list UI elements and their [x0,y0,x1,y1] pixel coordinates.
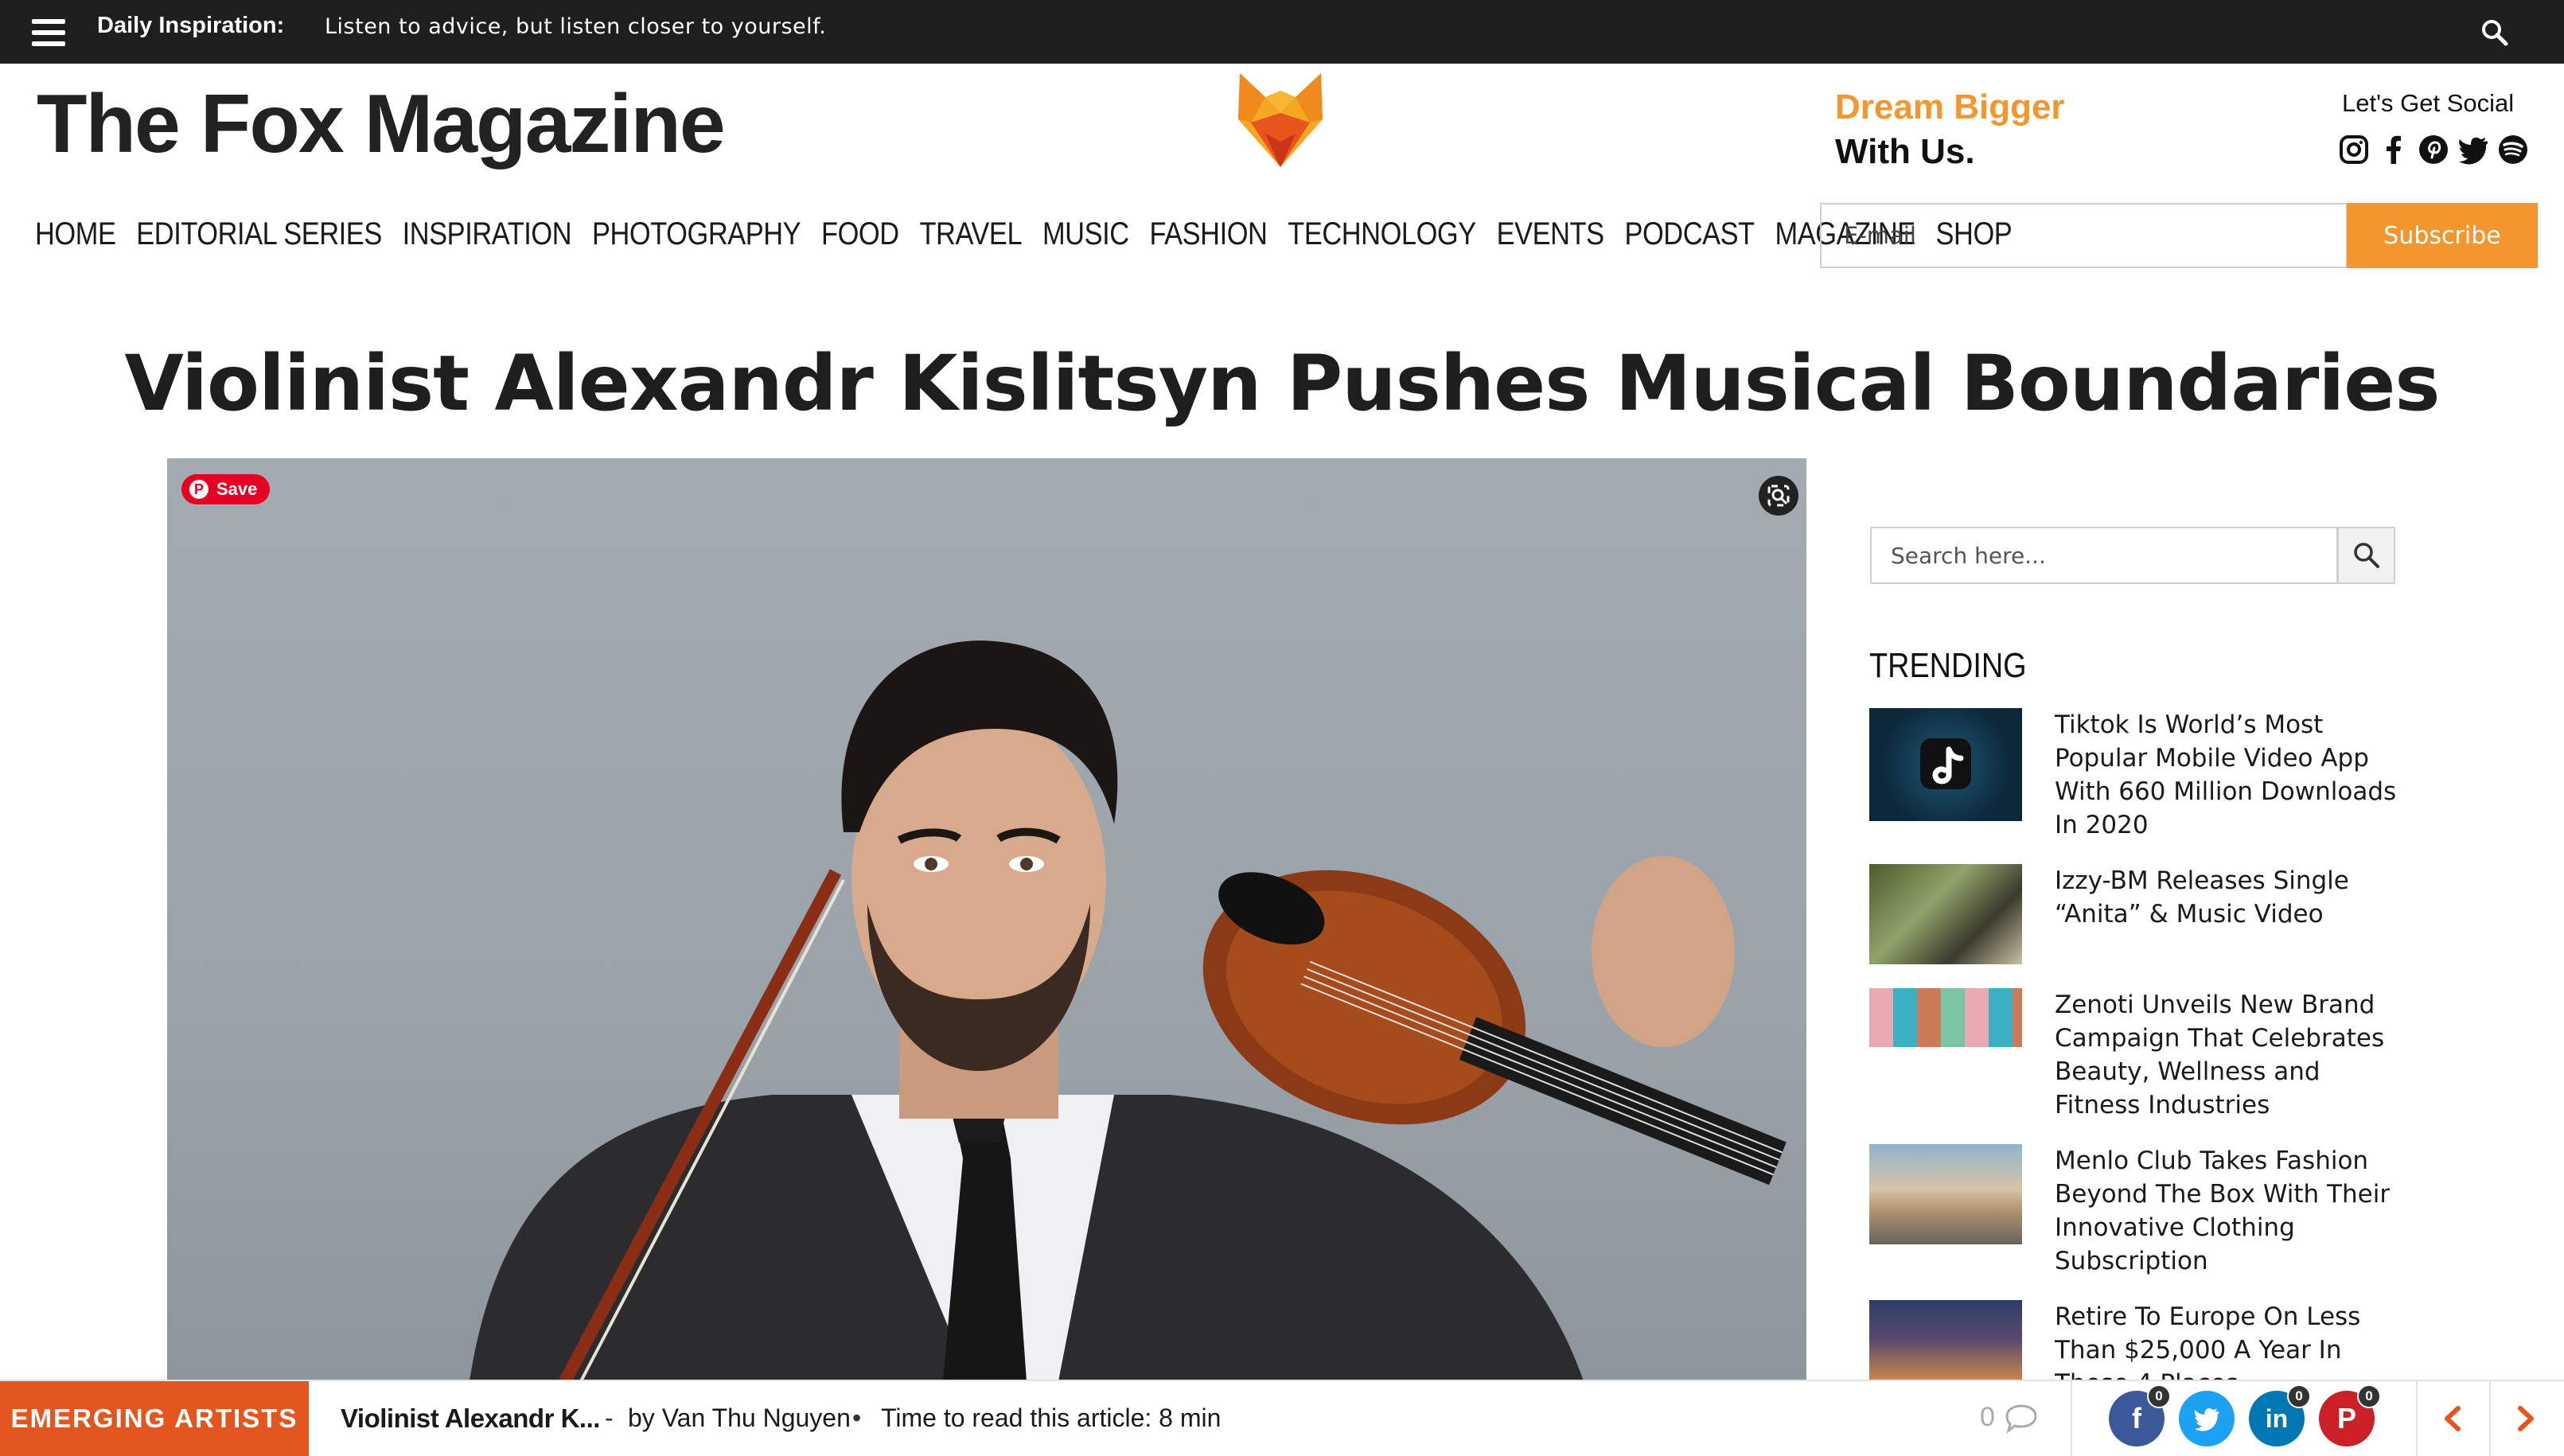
share-linkedin-button[interactable]: in 0 [2249,1384,2311,1446]
daily-inspiration-quote: Listen to advice, but listen closer to y… [325,14,827,39]
nav-item-inspiration[interactable]: INSPIRATION [403,216,572,252]
linkedin-icon: in [2265,1403,2289,1433]
author-byline[interactable]: by Van Thu Nguyen [628,1403,851,1433]
nav-item-food[interactable]: FOOD [821,216,899,252]
pin-save-label: Save [216,479,258,499]
category-badge[interactable]: EMERGING ARTISTS [0,1381,309,1456]
bottom-bar: EMERGING ARTISTS Violinist Alexandr K...… [0,1380,2564,1456]
sidebar-search-button[interactable] [2337,527,2395,584]
trending-thumbnail[interactable] [1869,864,2022,964]
daily-inspiration-label: Daily Inspiration: [97,13,285,38]
comment-icon[interactable] [2004,1403,2039,1437]
trending-thumbnail[interactable] [1869,1144,2022,1244]
main-nav: HOME EDITORIAL SERIES INSPIRATION PHOTOG… [35,216,2013,252]
previous-article-button[interactable] [2418,1381,2488,1456]
trending-title: TRENDING [1869,646,2027,685]
facebook-icon[interactable] [2378,134,2410,165]
pinterest-icon[interactable] [2418,134,2449,165]
next-article-button[interactable] [2491,1381,2561,1456]
social-title: Let's Get Social [2342,89,2515,117]
chevron-left-icon [2445,1406,2461,1431]
share-count: 0 [2287,1384,2311,1408]
fox-logo-icon[interactable] [1233,73,1327,169]
subscribe-button[interactable]: Subscribe [2347,203,2538,268]
nav-item-home[interactable]: HOME [35,216,116,252]
trending-thumbnail[interactable] [1869,708,2022,821]
site-brand[interactable]: The Fox Magazine [37,83,726,165]
search-icon [2353,543,2379,568]
twitter-icon [2194,1408,2219,1431]
nav-item-music[interactable]: MUSIC [1042,216,1129,252]
top-bar: Daily Inspiration: Listen to advice, but… [0,0,2564,64]
sidebar-search-input[interactable]: Search here... [1870,527,2338,584]
hero-image[interactable]: P Save [167,458,1806,1381]
article-title: Violinist Alexandr Kislitsyn Pushes Musi… [124,339,2440,428]
trending-headline[interactable]: Izzy-BM Releases Single “Anita” & Music … [2055,864,2397,931]
nav-item-travel[interactable]: TRAVEL [919,216,1022,252]
share-twitter-button[interactable] [2179,1391,2235,1446]
read-time: Time to read this article: 8 min [881,1403,1222,1432]
share-count: 0 [2147,1384,2171,1408]
trending-headline[interactable]: Tiktok Is World’s Most Popular Mobile Vi… [2055,708,2397,842]
bottom-article-title[interactable]: Violinist Alexandr K... [341,1403,600,1434]
trending-headline[interactable]: Retire To Europe On Less Than $25,000 A … [2055,1300,2397,1380]
nav-item-technology[interactable]: TECHNOLOGY [1288,216,1476,252]
share-facebook-button[interactable]: f 0 [2109,1384,2171,1446]
separator-dot: • [852,1403,862,1432]
nav-item-events[interactable]: EVENTS [1497,216,1604,252]
nav-item-photography[interactable]: PHOTOGRAPHY [592,216,801,252]
share-count: 0 [2357,1384,2381,1408]
hamburger-menu-icon[interactable] [32,19,65,46]
trending-headline[interactable]: Zenoti Unveils New Brand Campaign That C… [2055,988,2397,1122]
divider [2071,1381,2072,1456]
pinterest-save-button[interactable]: P Save [181,474,271,504]
chevron-right-icon [2518,1406,2534,1431]
instagram-icon[interactable] [2338,134,2370,165]
spotify-icon[interactable] [2497,134,2529,165]
twitter-icon[interactable] [2457,134,2489,165]
nav-item-editorial-series[interactable]: EDITORIAL SERIES [136,216,382,252]
visual-search-icon[interactable] [1759,476,1798,516]
comment-count[interactable]: 0 [1980,1402,1995,1433]
email-field[interactable]: E-mail [1820,203,2348,268]
search-icon[interactable] [2480,18,2510,48]
pinterest-icon: P [2336,1402,2356,1435]
nav-item-fashion[interactable]: FASHION [1149,216,1267,252]
separator-dash: - [605,1403,614,1432]
share-pinterest-button[interactable]: P 0 [2319,1384,2381,1446]
trending-thumbnail[interactable] [1869,1300,2022,1380]
trending-headline[interactable]: Menlo Club Takes Fashion Beyond The Box … [2055,1144,2397,1278]
tagline-line-2: With Us. [1835,132,1975,171]
trending-thumbnail[interactable] [1869,988,2022,1047]
social-icons [2338,134,2529,165]
pinterest-icon: P [189,480,208,499]
tagline-line-1: Dream Bigger [1835,88,2065,127]
facebook-icon: f [2132,1402,2141,1435]
nav-item-podcast[interactable]: PODCAST [1624,216,1755,252]
